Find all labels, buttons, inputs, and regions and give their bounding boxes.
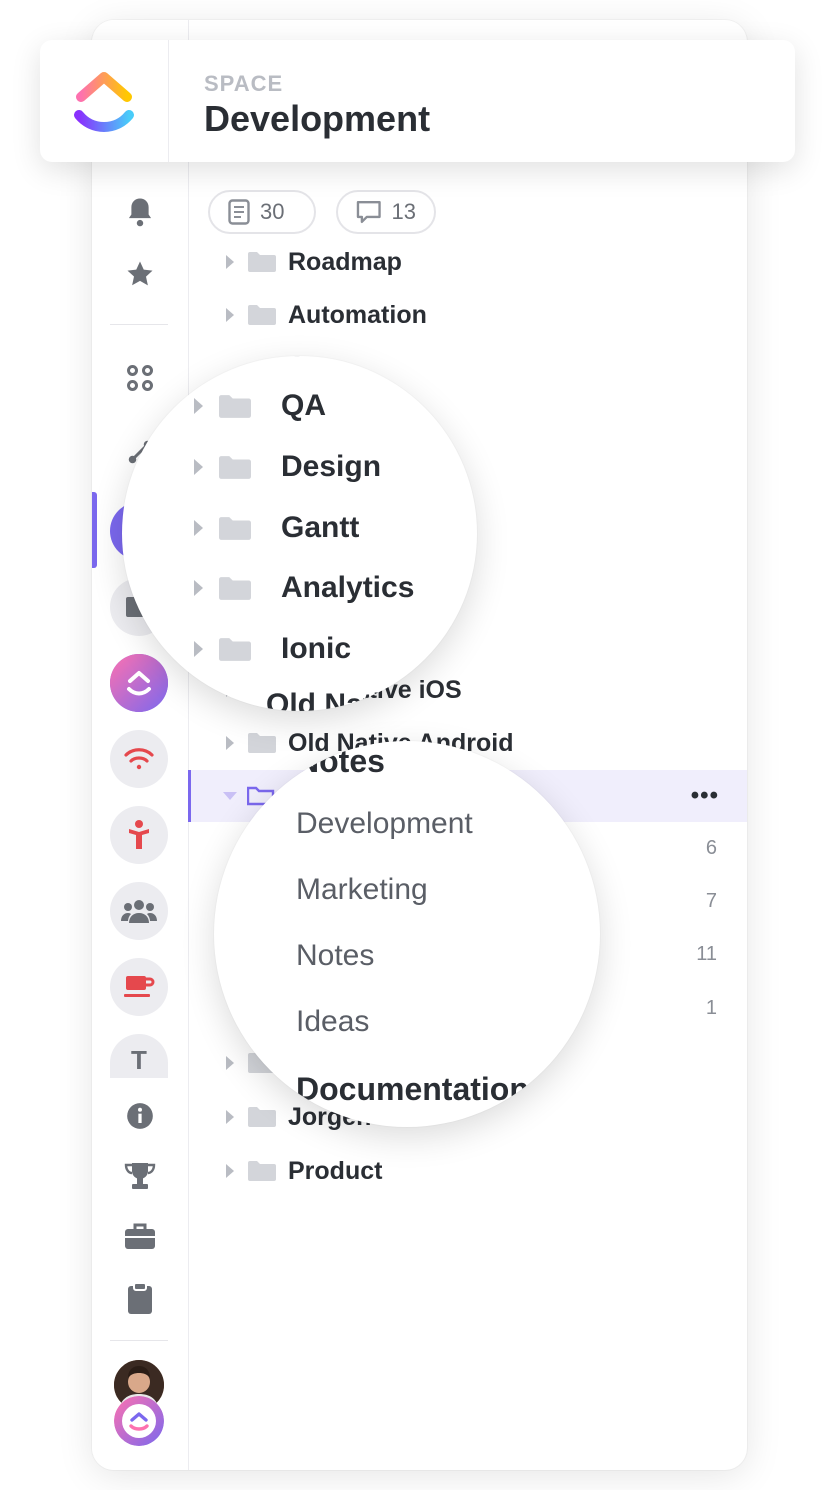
folder-label: Design [281,450,382,483]
folder-label: Ionic [281,632,352,665]
comment-icon [356,201,381,223]
folder-label: Roadmap [288,247,402,276]
expand-caret-icon[interactable] [226,255,234,269]
folder-icon [248,1107,276,1127]
notes-heading: Notes [296,743,385,779]
person-icon[interactable] [110,806,168,864]
list-count: 7 [705,890,717,912]
expand-caret-icon[interactable] [226,736,234,750]
lens-list-marketing[interactable]: Marketing [296,873,428,907]
folder-icon [219,516,251,540]
team-icon[interactable] [110,882,168,940]
list-count: 11 [696,943,717,965]
lens-list-notes[interactable]: Notes [296,939,374,973]
coffee-icon[interactable] [110,958,168,1016]
folder-label: Product [288,1156,383,1185]
folder-icon [219,394,251,418]
space-header-card: SPACE Development [40,40,795,162]
comments-count-pill[interactable]: 13 [336,190,436,234]
partial-label: Old Native [266,688,415,711]
space-title: Development [204,98,431,139]
clickup-avatar[interactable] [114,1396,164,1446]
comments-count: 13 [391,199,416,224]
folder-label: Gantt [281,511,360,544]
folder-icon [248,252,276,272]
lens-list-ideas[interactable]: Ideas [296,1005,369,1039]
expand-caret-icon[interactable] [226,1110,234,1124]
documentation-label: Documentation [296,1071,529,1107]
folder-row-automation[interactable]: Automation [92,290,747,340]
clickup-logo [40,40,169,162]
expand-caret-icon[interactable] [194,641,203,657]
apps-icon[interactable] [112,350,168,406]
active-indicator [92,492,97,568]
lists-heading-faded: Lists [262,356,332,364]
docs-icon [228,199,250,225]
magnifier-notes: Notes Development Marketing Notes Ideas … [214,741,600,1127]
expand-caret-icon[interactable] [226,1164,234,1178]
folder-icon [219,455,251,479]
folder-row-product[interactable]: Product [92,1146,747,1196]
more-options-icon[interactable]: ••• [691,782,719,810]
folder-icon [219,576,251,600]
lens-folder-design[interactable]: Design [194,450,381,484]
list-label: Ideas [296,1005,370,1038]
expand-caret-icon[interactable] [194,459,203,475]
docs-count: 30 [260,199,285,224]
folder-icon [248,1161,276,1181]
expand-caret-icon[interactable] [194,520,203,536]
list-count: 6 [705,837,717,859]
list-label: Marketing [296,873,428,906]
folder-label: Automation [288,300,427,329]
magnifier-lists: Lists QA Design Gantt Analytics Ionic Ol… [122,356,477,711]
list-label: Notes [296,939,375,972]
folder-icon [248,305,276,325]
lens-folder-ionic[interactable]: Ionic [194,632,351,666]
folder-row-roadmap[interactable]: Roadmap [92,237,747,287]
expand-caret-icon[interactable] [226,308,234,322]
folder-label: QA [281,389,326,422]
briefcase-icon[interactable] [112,1208,168,1264]
folder-label: Analytics [281,571,415,604]
docs-count-pill[interactable]: 30 [208,190,316,234]
collapse-caret-icon[interactable] [223,792,237,800]
lens-folder-analytics[interactable]: Analytics [194,571,414,605]
expand-caret-icon[interactable] [226,1056,234,1070]
expand-caret-icon[interactable] [194,398,203,414]
bell-icon[interactable] [112,184,168,240]
lens-folder-gantt[interactable]: Gantt [194,511,359,545]
sidebar-content: 30 13 Roadmap Automation Old Native iOS … [188,20,747,1470]
clipboard-icon[interactable] [112,1270,168,1326]
list-label: Development [296,807,473,840]
folder-icon [248,733,276,753]
space-kicker: SPACE [204,71,284,96]
list-count: 1 [705,997,717,1019]
lens-folder-qa[interactable]: QA [194,389,326,423]
folder-icon [219,637,251,661]
expand-caret-icon[interactable] [194,580,203,596]
lens-list-development[interactable]: Development [296,807,473,841]
